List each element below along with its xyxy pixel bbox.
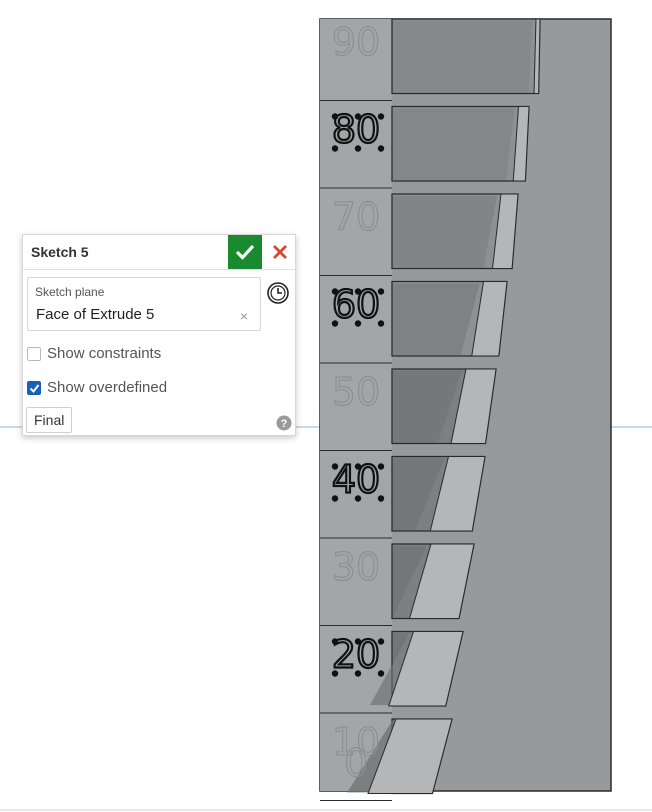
svg-text:?: ? (281, 418, 288, 430)
step-label-30[interactable]: 30 (331, 544, 381, 589)
show-constraints-checkbox[interactable] (27, 347, 41, 361)
sketch-plane-label: Sketch plane (35, 285, 105, 299)
dialog-title: Sketch 5 (31, 244, 89, 260)
sketch-point[interactable] (331, 495, 339, 502)
step-label-0[interactable]: 0 (343, 740, 368, 785)
sketch-point[interactable] (354, 638, 362, 645)
sketch-point[interactable] (331, 113, 339, 120)
sketch-point[interactable] (354, 670, 362, 677)
help-button[interactable]: ? (276, 415, 292, 431)
sketch-plane-field[interactable]: Sketch plane Face of Extrude 5 × (27, 277, 261, 331)
step-shadow (393, 21, 532, 93)
sketch-point[interactable] (377, 495, 385, 502)
sketch-point[interactable] (377, 113, 385, 120)
sketch-point[interactable] (331, 670, 339, 677)
sketch-point[interactable] (377, 463, 385, 470)
sketch-point[interactable] (377, 145, 385, 152)
sketch-point[interactable] (377, 320, 385, 327)
sketch-point[interactable] (331, 288, 339, 295)
show-overdefined-label: Show overdefined (47, 379, 168, 396)
sketch-point[interactable] (354, 113, 362, 120)
history-button[interactable] (266, 281, 290, 305)
show-constraints-row[interactable]: Show constraints (27, 345, 207, 365)
help-icon: ? (276, 415, 292, 431)
cancel-button[interactable] (269, 241, 291, 263)
sketch-dialog: Sketch 5 Sketch plane Face of Extrude 5 … (22, 234, 296, 436)
dialog-header: Sketch 5 (23, 235, 295, 270)
sketch-point[interactable] (354, 145, 362, 152)
show-overdefined-checkbox[interactable] (27, 381, 41, 395)
step-label-50[interactable]: 50 (331, 369, 381, 414)
sketch-plane-value: Face of Extrude 5 (36, 306, 155, 323)
clear-selection-icon[interactable]: × (240, 308, 248, 324)
step-shadow (393, 108, 515, 180)
step-labels: 9080706050403020100 (331, 19, 385, 786)
step-shadow (393, 196, 497, 268)
sketch-point[interactable] (354, 463, 362, 470)
close-icon (273, 245, 287, 259)
sketch-point[interactable] (377, 638, 385, 645)
sketch-point[interactable] (331, 320, 339, 327)
sketch-point[interactable] (377, 670, 385, 677)
checkmark-icon (235, 244, 255, 260)
sketch-point[interactable] (377, 288, 385, 295)
sketch-point[interactable] (354, 288, 362, 295)
sketch-point[interactable] (331, 638, 339, 645)
step-label-90[interactable]: 90 (331, 19, 381, 64)
accept-button[interactable] (228, 235, 262, 269)
show-overdefined-row[interactable]: Show overdefined (27, 379, 207, 399)
sketch-point[interactable] (331, 463, 339, 470)
sketch-point[interactable] (354, 495, 362, 502)
show-constraints-label: Show constraints (47, 345, 162, 362)
sketch-point[interactable] (354, 320, 362, 327)
final-button[interactable]: Final (26, 407, 73, 433)
clock-icon (267, 282, 289, 304)
step-label-70[interactable]: 70 (331, 194, 381, 239)
sketch-point[interactable] (331, 145, 339, 152)
